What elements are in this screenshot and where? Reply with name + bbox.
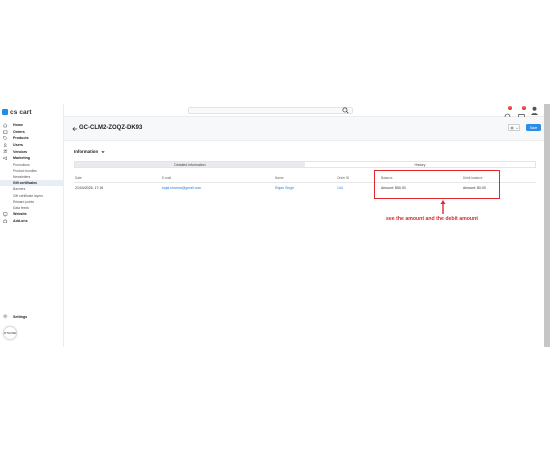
sidebar-nav: Home Orders Products Users Vendors Marke… [0, 122, 64, 224]
sidebar-item-settings[interactable]: Settings [3, 314, 27, 319]
app-window: cs cart Home Orders Products Users Vendo… [0, 104, 550, 347]
sidebar-item-users[interactable]: Users [0, 142, 64, 149]
tag-icon [3, 136, 8, 141]
gear-icon [509, 125, 514, 130]
home-icon [3, 123, 8, 128]
sidebar-item-label: Website [13, 212, 27, 217]
column-header-order-id: Order ID [337, 176, 350, 180]
back-arrow-icon[interactable] [72, 126, 78, 132]
save-button[interactable]: Save [526, 124, 541, 131]
annotation-text: see the amount and the debit amount [386, 216, 478, 222]
avatar-label: ATTACHED [3, 331, 17, 335]
sidebar-item-label: Marketing [13, 156, 30, 161]
sidebar-item-label: Orders [13, 129, 25, 134]
notification-badge: 1 [508, 106, 512, 110]
logo-text: cs cart [10, 108, 32, 116]
settings-dropdown-button[interactable] [508, 124, 520, 131]
tab-detailed-information[interactable]: Detailed information [75, 162, 305, 167]
page-title: GC-CLM2-ZOQZ-DK93 [79, 125, 143, 131]
orders-icon [3, 129, 8, 134]
megaphone-icon [3, 156, 8, 161]
sidebar-item-label: Add-ons [13, 218, 28, 223]
section-title: Information [74, 149, 99, 154]
page-header: GC-CLM2-ZOQZ-DK93 Save [64, 117, 550, 141]
sidebar: cs cart Home Orders Products Users Vendo… [0, 104, 64, 347]
tabs: Detailed information History [74, 161, 536, 168]
cell-name-link[interactable]: Rajan Singh [275, 183, 294, 193]
sidebar-item-home[interactable]: Home [0, 122, 64, 129]
logo[interactable]: cs cart [2, 107, 32, 117]
column-header-date: Date [75, 176, 82, 180]
annotation-arrow-icon [440, 200, 446, 214]
messages-badge: 1 [522, 106, 526, 110]
sidebar-item-label: Settings [13, 314, 28, 319]
search-icon[interactable] [342, 107, 349, 114]
annotation-highlight-box [374, 170, 500, 199]
information-section-toggle[interactable]: Information [74, 149, 105, 154]
adjacent-window-edge [544, 104, 550, 347]
logo-icon [2, 109, 8, 115]
sidebar-item-vendors[interactable]: Vendors [0, 148, 64, 155]
search-box[interactable] [188, 107, 353, 123]
sidebar-item-label: Home [13, 123, 23, 128]
top-bar: 1 1 [64, 104, 550, 123]
sidebar-item-label: Users [13, 143, 23, 148]
sidebar-item-products[interactable]: Products [0, 135, 64, 142]
gear-icon [3, 314, 8, 319]
cell-email-link[interactable]: kajal.sharma@gmail.com [162, 183, 201, 193]
column-header-email: E-mail [162, 176, 172, 180]
column-header-name: Name [275, 176, 284, 180]
sidebar-item-addons[interactable]: Add-ons [0, 218, 64, 225]
floating-avatar-button[interactable]: ATTACHED [3, 326, 17, 340]
sidebar-item-label: Products [13, 136, 29, 141]
caret-down-icon [101, 150, 105, 153]
tab-history[interactable]: History [305, 162, 535, 167]
user-icon [3, 143, 8, 148]
messages-button[interactable]: 1 [518, 106, 526, 121]
cell-order-id-link[interactable]: 144 [337, 183, 343, 193]
monitor-icon [3, 212, 8, 217]
sidebar-item-orders[interactable]: Orders [0, 129, 64, 136]
chevron-down-icon [515, 126, 518, 129]
sidebar-item-website[interactable]: Website [0, 211, 64, 218]
user-menu-icon[interactable] [530, 106, 539, 116]
vendors-icon [3, 149, 8, 154]
sidebar-item-label: Vendors [13, 149, 28, 154]
sidebar-item-marketing[interactable]: Marketing [0, 155, 64, 162]
cell-date: 21/04/2025, 17:16 [75, 186, 104, 190]
notification-button[interactable]: 1 [504, 106, 512, 120]
puzzle-icon [3, 218, 8, 223]
